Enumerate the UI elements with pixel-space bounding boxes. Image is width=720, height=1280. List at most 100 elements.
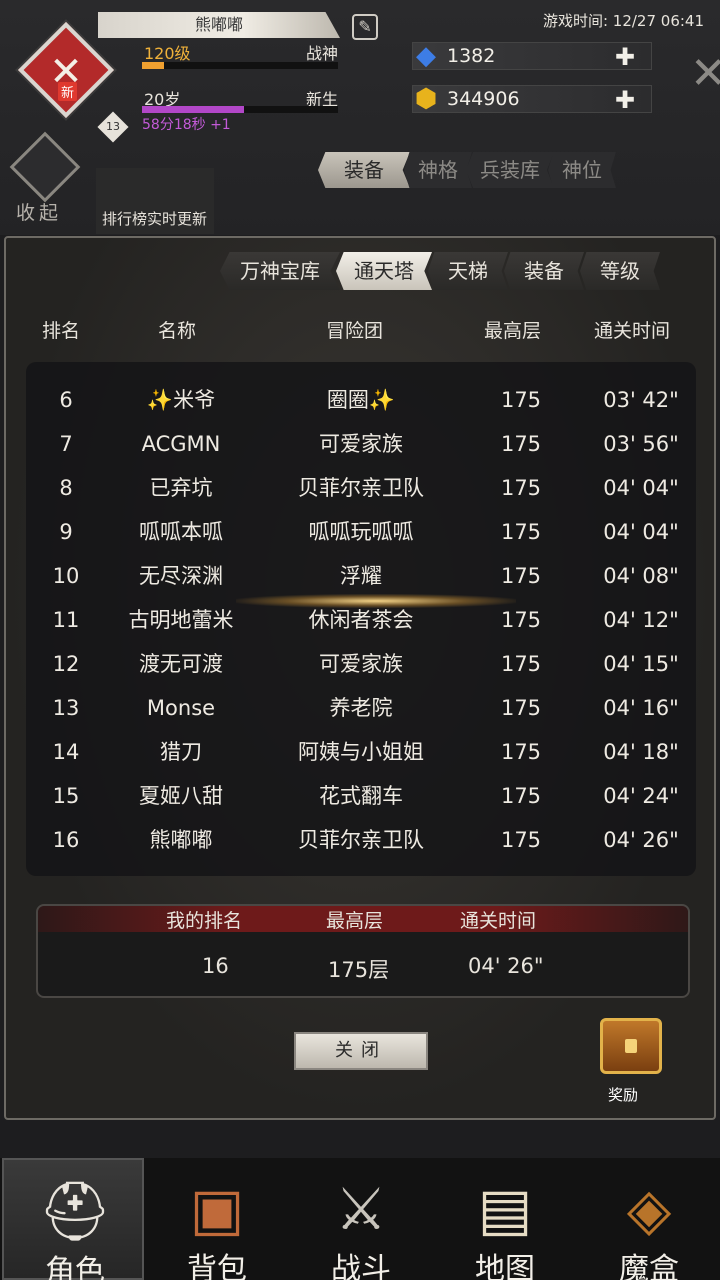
tab-god-position[interactable]: 神位	[548, 152, 616, 188]
tab-equipment[interactable]: 装备	[318, 152, 410, 188]
nav-label: 角色	[45, 1254, 105, 1280]
table-row[interactable]: 14 猎刀 阿姨与小姐姐 175 04' 18"	[26, 730, 696, 774]
rank-update-text: 排行榜实时更新	[102, 210, 208, 228]
row-player-name: Monse	[146, 696, 216, 720]
row-player-name: 已弃坑	[149, 476, 213, 500]
table-row[interactable]: 10 无尽深渊 浮耀 175 04' 08"	[26, 554, 696, 598]
row-team: 可爱家族	[319, 652, 403, 676]
col-time: 通关时间	[594, 320, 671, 342]
row-rank: 9	[59, 520, 73, 544]
add-gems-button[interactable]: ✚	[615, 43, 635, 71]
edit-name-icon[interactable]: ✎	[352, 14, 378, 40]
my-time-label: 通关时间	[460, 910, 537, 932]
row-rank: 14	[52, 740, 80, 764]
tab-equipment-rank[interactable]: 装备	[504, 252, 584, 290]
close-button[interactable]: 关闭	[294, 1032, 428, 1070]
table-row[interactable]: 7 ACGMN 可爱家族 175 03' 56"	[26, 422, 696, 466]
my-rank-label: 我的排名	[166, 910, 243, 932]
table-row[interactable]: 8 已弃坑 贝菲尔亲卫队 175 04' 04"	[26, 466, 696, 510]
scroll-map-icon: ▤	[477, 1175, 533, 1243]
tab-ladder[interactable]: 天梯	[428, 252, 508, 290]
magic-box-icon: ◈	[626, 1175, 672, 1243]
row-time: 04' 08"	[603, 564, 679, 588]
add-gold-button[interactable]: ✚	[615, 86, 635, 114]
tab-armory[interactable]: 兵装库	[466, 152, 554, 188]
row-floor: 175	[500, 432, 542, 456]
col-name: 名称	[158, 320, 197, 342]
my-time-value: 04' 26"	[468, 954, 544, 978]
row-rank: 6	[59, 388, 73, 412]
ranking-table[interactable]: 6 ✨米爷 圈圈✨ 175 03' 42" 7 ACGMN 可爱家族 175 03' 56" 8 已弃…	[26, 362, 696, 876]
gold-value: 344906	[447, 88, 520, 110]
ranking-tabs: 万神宝库 通天塔 天梯 装备 等级	[220, 252, 660, 290]
gold-counter: ⬢ 344906 ✚	[412, 84, 652, 114]
row-player-name: 呱呱本呱	[139, 520, 223, 544]
nav-character[interactable]: ⛑ 角色	[2, 1158, 144, 1280]
row-floor: 175	[500, 388, 542, 412]
rank-update-banner: 排行榜实时更新	[96, 168, 214, 234]
table-row[interactable]: 12 渡无可渡 可爱家族 175 04' 15"	[26, 642, 696, 686]
collapse-label: 收起	[16, 202, 63, 224]
col-floor: 最高层	[484, 320, 542, 342]
top-hud: ✕ 新 13 熊嘟嘟 ✎ 120级 战神 20岁 新生 58分18秒 +1 游戏…	[0, 0, 720, 235]
new-badge: 新	[58, 82, 78, 101]
my-rank-value: 16	[202, 954, 229, 978]
nav-magic-box[interactable]: ◈ 魔盒	[578, 1158, 720, 1280]
nav-label: 地图	[475, 1252, 535, 1280]
row-team: 贝菲尔亲卫队	[298, 828, 424, 852]
player-name: 熊嘟嘟	[98, 12, 340, 38]
row-time: 04' 24"	[603, 784, 679, 808]
collapse-button[interactable]: 收起	[8, 131, 82, 226]
gems-value: 1382	[447, 45, 496, 67]
treasure-chest-icon	[600, 1018, 662, 1074]
row-time: 04' 04"	[603, 476, 679, 500]
row-time: 03' 42"	[603, 388, 679, 412]
my-floor-label: 最高层	[326, 910, 384, 932]
level-badge: 13	[97, 111, 129, 143]
table-row[interactable]: 11 古明地蕾米 休闲者茶会 175 04' 12"	[26, 598, 696, 642]
row-player-name: 无尽深渊	[139, 564, 223, 588]
row-team: 休闲者茶会	[308, 608, 414, 632]
table-row[interactable]: 15 夏姬八甜 花式翻车 175 04' 24"	[26, 774, 696, 818]
table-row[interactable]: 6 ✨米爷 圈圈✨ 175 03' 42"	[26, 378, 696, 422]
rank-title: 战神	[305, 44, 338, 63]
row-time: 04' 18"	[603, 740, 679, 764]
tab-level-rank[interactable]: 等级	[580, 252, 660, 290]
row-rank: 16	[52, 828, 80, 852]
reward-button[interactable]: 奖励	[596, 1018, 666, 1108]
row-floor: 175	[500, 740, 542, 764]
row-floor: 175	[500, 696, 542, 720]
ranking-panel: 万神宝库 通天塔 天梯 装备 等级 排名 名称 冒险团 最高层 通关时间 6 ✨米…	[4, 236, 716, 1120]
row-rank: 12	[52, 652, 80, 676]
tab-sky-tower[interactable]: 通天塔	[336, 252, 432, 290]
nav-backpack[interactable]: ▣ 背包	[146, 1158, 288, 1280]
row-player-name: 猎刀	[160, 740, 202, 764]
row-floor: 175	[500, 520, 542, 544]
row-team: 可爱家族	[319, 432, 403, 456]
table-row[interactable]: 9 呱呱本呱 呱呱玩呱呱 175 04' 04"	[26, 510, 696, 554]
tab-divinity[interactable]: 神格	[404, 152, 472, 188]
row-team: 浮耀	[340, 564, 382, 588]
level-progress-bar	[142, 62, 338, 69]
age-progress-bar	[142, 106, 338, 113]
tab-pantheon-vault[interactable]: 万神宝库	[220, 252, 340, 290]
row-floor: 175	[500, 608, 542, 632]
table-header: 排名 名称 冒险团 最高层 通关时间	[6, 316, 718, 346]
nav-map[interactable]: ▤ 地图	[434, 1158, 576, 1280]
row-time: 04' 26"	[603, 828, 679, 852]
backpack-icon: ▣	[189, 1175, 245, 1243]
row-team: 呱呱玩呱呱	[308, 520, 414, 544]
nav-battle[interactable]: ⚔ 战斗	[290, 1158, 432, 1280]
reward-label: 奖励	[608, 1086, 639, 1104]
nav-label: 魔盒	[619, 1252, 679, 1280]
my-rank-values: 16 175层 04' 26"	[38, 954, 688, 984]
row-player-name: ✨米爷	[146, 388, 216, 412]
col-team: 冒险团	[326, 320, 384, 342]
row-floor: 175	[500, 828, 542, 852]
row-team: 花式翻车	[319, 784, 403, 808]
crossed-swords-icon[interactable]: ✕	[690, 48, 720, 99]
table-row[interactable]: 16 熊嘟嘟 贝菲尔亲卫队 175 04' 26"	[26, 818, 696, 862]
blue-gem-icon: ◆	[416, 41, 436, 71]
table-row[interactable]: 13 Monse 养老院 175 04' 16"	[26, 686, 696, 730]
equipment-tabs: 装备 神格 兵装库 神位	[318, 152, 616, 188]
